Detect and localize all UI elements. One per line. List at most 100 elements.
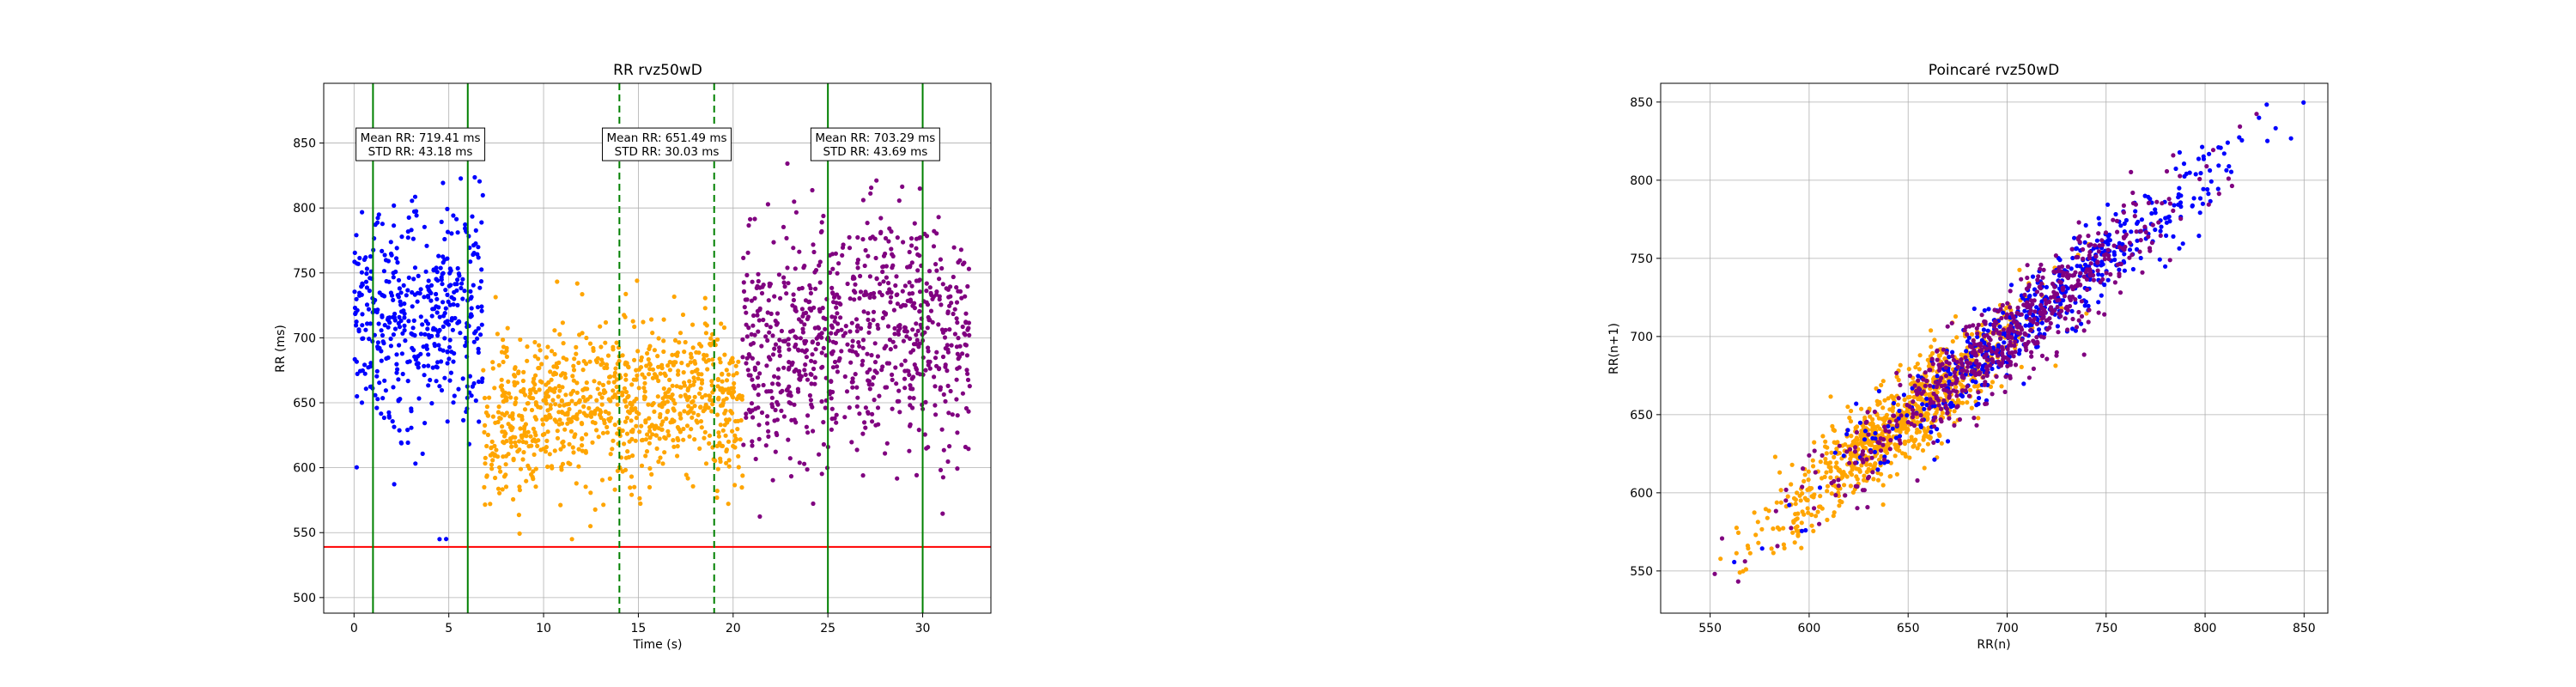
annotation-3-std: STD RR: 43.69 ms	[823, 145, 927, 159]
rr-data-point	[500, 487, 505, 492]
poincare-data-point	[2167, 258, 2172, 263]
rr-data-point	[552, 328, 557, 333]
poincare-data-point	[2056, 269, 2061, 274]
rr-data-point	[956, 259, 961, 265]
poincare-data-point	[2069, 284, 2075, 289]
poincare-data-point	[1894, 374, 1899, 380]
rr-data-point	[451, 359, 456, 364]
poincare-data-point	[2178, 173, 2183, 179]
poincare-data-point	[2117, 240, 2122, 246]
poincare-data-point	[2079, 299, 2084, 304]
rr-data-point	[671, 408, 677, 413]
rr-data-point	[772, 294, 777, 299]
rr-data-point	[702, 306, 708, 311]
rr-data-point	[790, 328, 795, 333]
rr-data-point	[440, 324, 446, 329]
rr-data-point	[863, 425, 868, 430]
rr-data-point	[797, 460, 802, 465]
poincare-data-point	[2106, 257, 2111, 262]
rr-data-point	[642, 375, 647, 380]
poincare-data-point	[2053, 253, 2058, 258]
rr-data-point	[736, 359, 741, 364]
rr-data-point	[791, 246, 796, 251]
poincare-data-point	[1774, 500, 1779, 505]
rr-data-point	[436, 253, 441, 258]
rr-data-point	[490, 414, 496, 419]
rr-data-point	[589, 410, 594, 415]
rr-data-point	[956, 289, 961, 294]
rr-data-point	[702, 404, 708, 410]
rr-data-point	[528, 434, 533, 439]
rr-data-point	[580, 436, 585, 441]
rr-data-point	[561, 444, 566, 449]
poincare-data-point	[2047, 299, 2052, 305]
rr-data-point	[567, 406, 572, 412]
poincare-data-point	[2053, 363, 2058, 368]
rr-data-point	[734, 396, 739, 402]
poincare-data-point	[2002, 389, 2008, 394]
rr-data-point	[943, 362, 948, 368]
rr-data-point	[364, 271, 369, 277]
rr-data-point	[392, 203, 397, 208]
rr-data-point	[547, 452, 552, 457]
poincare-data-point	[1809, 494, 1814, 499]
poincare-data-point	[1936, 403, 1941, 408]
poincare-data-point	[1743, 567, 1748, 572]
poincare-data-point	[1982, 355, 1987, 360]
poincare-data-point	[2153, 227, 2158, 233]
rr-data-point	[407, 359, 412, 364]
rr-data-point	[890, 265, 895, 271]
rr-data-point	[402, 328, 407, 333]
rr-data-point	[802, 368, 807, 373]
poincare-data-point	[1963, 388, 1968, 393]
rr-data-point	[531, 426, 537, 431]
rr-data-point	[489, 462, 495, 467]
poincare-data-point	[1860, 452, 1865, 457]
rr-data-point	[776, 272, 782, 277]
rr-data-point	[963, 319, 969, 325]
rr-data-point	[862, 263, 867, 269]
poincare-data-point	[2025, 275, 2030, 281]
rr-data-point	[545, 344, 550, 350]
rr-data-point	[533, 484, 538, 489]
poincare-data-point	[2129, 169, 2134, 174]
poincare-data-point	[2040, 275, 2045, 280]
rr-data-point	[836, 358, 841, 363]
rr-data-point	[580, 368, 586, 373]
poincare-data-point	[2201, 156, 2207, 161]
rr-data-point	[931, 244, 937, 249]
rr-data-point	[677, 331, 683, 336]
rr-data-point	[436, 343, 441, 348]
poincare-data-point	[1832, 450, 1838, 455]
rr-data-point	[937, 277, 942, 282]
poincare-data-point	[2032, 316, 2037, 321]
rr-data-point	[473, 329, 478, 334]
rr-data-point	[934, 289, 939, 295]
rr-y-tick-label: 800	[293, 202, 316, 216]
poincare-data-point	[1809, 523, 1814, 528]
poincare-data-point	[1862, 429, 1868, 434]
rr-data-point	[689, 427, 694, 432]
poincare-data-point	[1833, 441, 1838, 446]
poincare-data-point	[1928, 436, 1933, 441]
poincare-data-point	[2206, 202, 2211, 207]
rr-data-point	[588, 490, 593, 495]
rr-data-point	[907, 249, 912, 255]
rr-data-point	[634, 416, 639, 421]
rr-data-point	[565, 421, 570, 426]
poincare-data-point	[1817, 485, 1823, 490]
poincare-data-point	[1945, 324, 1950, 329]
rr-data-point	[580, 331, 585, 336]
rr-data-point	[952, 331, 957, 337]
poincare-data-point	[2041, 267, 2046, 272]
rr-data-point	[599, 477, 605, 483]
rr-data-point	[425, 326, 430, 331]
rr-data-point	[624, 431, 630, 436]
poincare-data-point	[2043, 297, 2048, 302]
rr-data-point	[671, 294, 677, 300]
rr-data-point	[497, 490, 502, 495]
rr-data-point	[653, 433, 659, 438]
rr-data-point	[947, 303, 952, 308]
rr-data-point	[715, 377, 721, 382]
poincare-data-point	[1993, 350, 1998, 356]
